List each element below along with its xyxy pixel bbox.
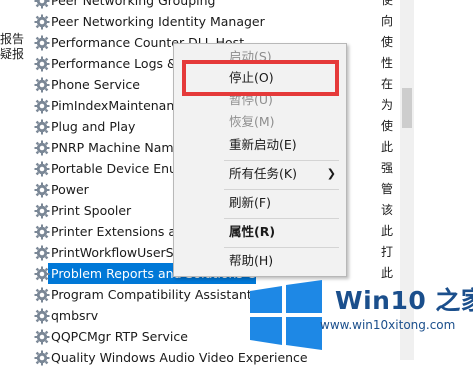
service-description: 强 bbox=[381, 161, 394, 175]
windows-logo-icon bbox=[250, 280, 322, 350]
menu-separator bbox=[224, 247, 339, 248]
service-gear-icon bbox=[34, 0, 50, 9]
service-gear-icon bbox=[34, 350, 50, 366]
service-name: Program Compatibility Assistant bbox=[51, 287, 252, 302]
service-description: 性 bbox=[381, 56, 394, 70]
service-name: Phone Service bbox=[51, 77, 140, 92]
menu-separator bbox=[224, 218, 339, 219]
service-gear-icon bbox=[34, 119, 50, 135]
submenu-arrow-icon: ❯ bbox=[326, 167, 336, 180]
menu-item-help-label: 帮助(H) bbox=[229, 253, 274, 268]
service-description: 此 bbox=[381, 224, 394, 238]
menu-item-resume-label: 恢复(M) bbox=[229, 114, 275, 129]
service-gear-icon bbox=[34, 182, 50, 198]
service-gear-icon bbox=[34, 98, 50, 114]
menu-separator bbox=[224, 189, 339, 190]
service-gear-icon bbox=[34, 308, 50, 324]
service-description: 使 bbox=[381, 0, 394, 7]
service-name: Peer Networking Identity Manager bbox=[51, 14, 265, 29]
menu-item-properties[interactable]: 属性(R) bbox=[174, 221, 346, 242]
menu-item-restart[interactable]: 重新启动(E) bbox=[174, 134, 346, 155]
service-description: 使 bbox=[381, 119, 394, 133]
service-row[interactable]: Peer Networking Grouping bbox=[30, 0, 400, 11]
service-name: Print Spooler bbox=[51, 203, 132, 218]
service-description: 在 bbox=[381, 77, 394, 91]
service-name: Power bbox=[51, 182, 89, 197]
left-panel-text-2: 疑报 bbox=[0, 47, 25, 61]
left-panel: 报告 疑报 bbox=[0, 0, 30, 360]
service-gear-icon bbox=[34, 14, 50, 30]
menu-item-refresh[interactable]: 刷新(F) bbox=[174, 192, 346, 213]
watermark: Win10 之家 www.win10xitong.com bbox=[238, 271, 473, 360]
service-gear-icon bbox=[34, 266, 50, 282]
service-gear-icon bbox=[34, 287, 50, 303]
menu-separator bbox=[224, 160, 339, 161]
watermark-title: Win10 之家 bbox=[335, 286, 473, 315]
menu-item-help[interactable]: 帮助(H) bbox=[174, 250, 346, 271]
service-gear-icon bbox=[34, 203, 50, 219]
service-description: 该 bbox=[381, 203, 394, 217]
service-gear-icon bbox=[34, 329, 50, 345]
service-gear-icon bbox=[34, 245, 50, 261]
service-name: qmbsrv bbox=[51, 308, 99, 323]
stop-highlight-box bbox=[182, 60, 339, 96]
watermark-url: www.win10xitong.com bbox=[320, 318, 456, 332]
service-name: Peer Networking Grouping bbox=[51, 0, 216, 8]
service-description: 此 bbox=[381, 140, 394, 154]
scrollbar-thumb[interactable] bbox=[402, 88, 412, 128]
service-gear-icon bbox=[34, 140, 50, 156]
menu-item-properties-label: 属性(R) bbox=[229, 224, 276, 239]
menu-item-all-tasks[interactable]: 所有任务(K) ❯ bbox=[174, 163, 346, 184]
service-description: 使 bbox=[381, 35, 394, 49]
menu-item-refresh-label: 刷新(F) bbox=[229, 195, 271, 210]
service-gear-icon bbox=[34, 224, 50, 240]
service-name: QQPCMgr RTP Service bbox=[51, 329, 188, 344]
service-gear-icon bbox=[34, 77, 50, 93]
service-gear-icon bbox=[34, 161, 50, 177]
menu-item-resume[interactable]: 恢复(M) bbox=[174, 111, 346, 132]
service-gear-icon bbox=[34, 56, 50, 72]
service-row[interactable]: Peer Networking Identity Manager bbox=[30, 11, 400, 32]
service-description: 为 bbox=[381, 98, 394, 112]
service-description: 打 bbox=[381, 245, 394, 259]
service-name: Plug and Play bbox=[51, 119, 136, 134]
menu-item-restart-label: 重新启动(E) bbox=[229, 137, 297, 152]
menu-item-all-tasks-label: 所有任务(K) bbox=[229, 166, 297, 181]
service-gear-icon bbox=[34, 35, 50, 51]
service-description: 向 bbox=[381, 14, 394, 28]
service-description: 管 bbox=[381, 182, 394, 196]
